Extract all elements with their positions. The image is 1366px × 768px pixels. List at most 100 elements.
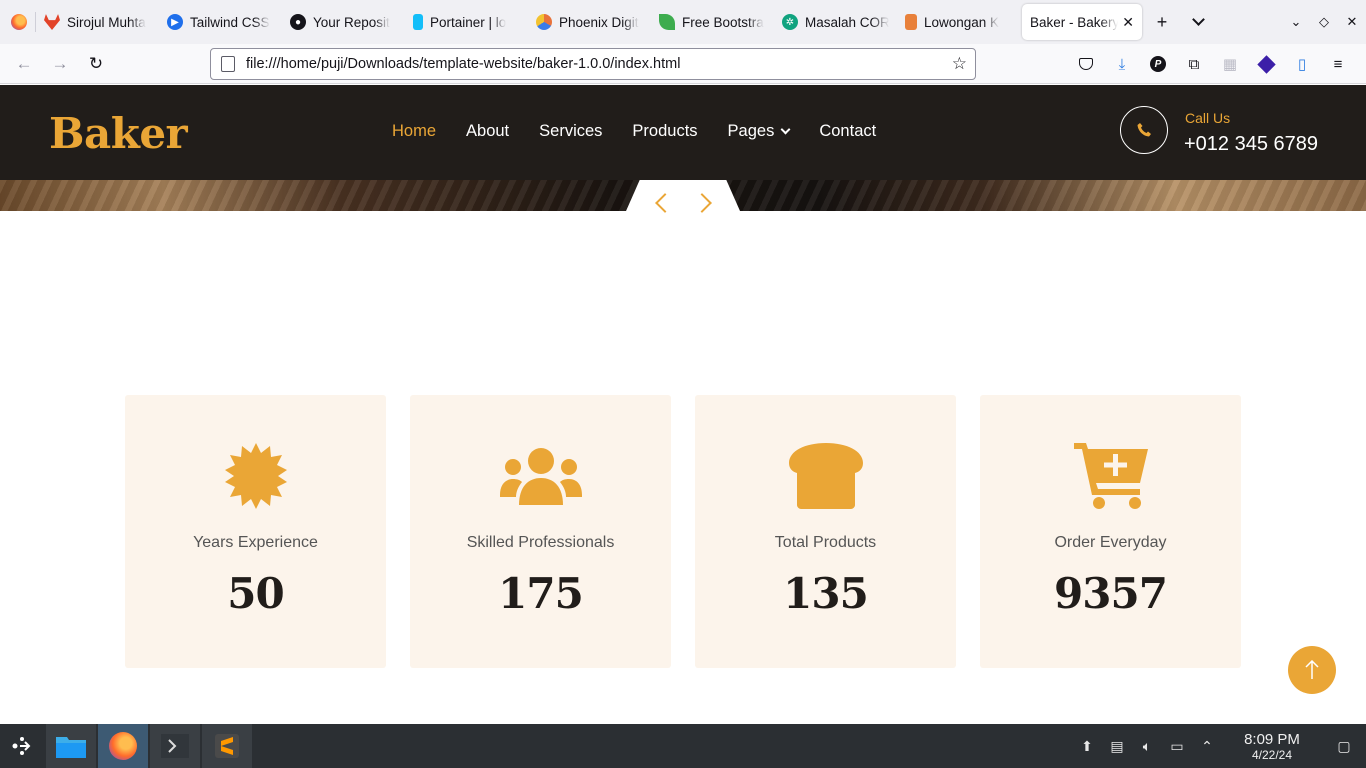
browser-tab-5[interactable]: Phoenix Digit	[528, 0, 651, 44]
window-controls: ⌄ ◇ ✕	[1282, 0, 1366, 44]
browser-navbar: ← → ↻ file:///home/puji/Downloads/templa…	[0, 44, 1366, 84]
app-launcher-button[interactable]	[0, 724, 44, 768]
phoenix-icon	[536, 14, 552, 30]
call-us-label: Call Us	[1185, 110, 1231, 126]
extension-p-button[interactable]: P	[1140, 56, 1176, 72]
toolbar-icons: ⤓ P ⧉ ▦ ▯ ≡	[1068, 44, 1356, 84]
browser-tab-7[interactable]: ✲ Masalah COR	[774, 0, 897, 44]
fact-label: Order Everyday	[1054, 534, 1167, 551]
extensions-button[interactable]: ⧉	[1176, 56, 1212, 73]
site-header: Baker Home About Services Products Pages…	[0, 85, 1366, 180]
fact-card-orders: Order Everyday 9357	[980, 395, 1241, 668]
system-tray: ⬆ ▤ 🔈︎ ▭ ⌃ 8:09 PM 4/22/24 ▢	[1072, 724, 1366, 768]
certificate-icon	[211, 441, 301, 511]
volume-icon[interactable]: 🔈︎	[1132, 738, 1162, 755]
desktop-taskbar: ⬆ ▤ 🔈︎ ▭ ⌃ 8:09 PM 4/22/24 ▢	[0, 724, 1366, 768]
taskbar-sublime[interactable]	[202, 724, 252, 768]
forward-button[interactable]: →	[42, 48, 78, 80]
close-window-icon[interactable]: ✕	[1338, 14, 1366, 30]
clock-time: 8:09 PM	[1244, 730, 1300, 748]
tab-title: Your Reposit	[313, 14, 390, 30]
cart-plus-icon	[1066, 441, 1156, 511]
tray-expand-icon[interactable]: ⌃	[1192, 738, 1222, 755]
brand-logo[interactable]: Baker	[49, 109, 188, 158]
browser-tab-active[interactable]: Baker - Bakery ✕	[1022, 4, 1142, 40]
reload-button[interactable]: ↻	[78, 48, 114, 80]
pocket-button[interactable]	[1068, 58, 1104, 70]
phone-number[interactable]: +012 345 6789	[1184, 133, 1318, 156]
firefox-menu-icon[interactable]	[11, 14, 27, 30]
fact-value: 135	[783, 569, 869, 618]
taskbar-firefox[interactable]	[98, 724, 148, 768]
extension-grid-button[interactable]: ▦	[1212, 55, 1248, 73]
show-desktop-icon[interactable]: ▢	[1322, 738, 1366, 755]
menu-home[interactable]: Home	[392, 122, 436, 141]
browser-tab-3[interactable]: ● Your Reposit	[282, 0, 405, 44]
close-tab-icon[interactable]: ✕	[1118, 14, 1134, 31]
tab-title: Lowongan K	[924, 14, 1000, 30]
downloads-button[interactable]: ⤓	[1104, 56, 1140, 73]
maximize-icon[interactable]: ◇	[1310, 14, 1338, 30]
github-icon: ●	[290, 14, 306, 30]
tab-title: Portainer | lo	[430, 14, 507, 30]
new-tab-button[interactable]: +	[1144, 4, 1180, 40]
tab-title: Baker - Bakery	[1030, 14, 1119, 30]
tab-title: Sirojul Muhta	[67, 14, 146, 30]
users-icon	[496, 441, 586, 511]
menu-services[interactable]: Services	[539, 122, 602, 141]
extension-diamond-button[interactable]	[1248, 54, 1284, 74]
sublime-text-icon	[215, 734, 239, 758]
main-menu: Home About Services Products Pages Conta…	[392, 122, 906, 141]
menu-contact[interactable]: Contact	[819, 122, 876, 141]
carousel-nav-notch	[626, 180, 740, 211]
browser-tab-strip: Sirojul Muhta ▶ Tailwind CSS ● Your Repo…	[0, 0, 1366, 44]
fact-label: Total Products	[774, 534, 877, 551]
tab-title: Phoenix Digit	[559, 14, 639, 30]
clock[interactable]: 8:09 PM 4/22/24	[1228, 731, 1316, 762]
fact-card-products: Total Products 135	[695, 395, 956, 668]
network-icon[interactable]: ▭	[1162, 738, 1192, 755]
extension-clipboard-button[interactable]: ▯	[1284, 55, 1320, 73]
page-icon	[221, 56, 235, 72]
fact-card-professionals: Skilled Professionals 175	[410, 395, 671, 668]
browser-tab-2[interactable]: ▶ Tailwind CSS	[159, 0, 282, 44]
pocket-icon	[1079, 58, 1093, 70]
phone-icon	[1137, 123, 1151, 137]
firefox-icon	[109, 732, 137, 760]
menu-pages-label: Pages	[727, 122, 775, 140]
clipboard-icon[interactable]: ▤	[1102, 738, 1132, 755]
app-menu-button[interactable]: ≡	[1320, 56, 1356, 73]
browser-tab-8[interactable]: Lowongan K	[897, 0, 1020, 44]
browser-tab-4[interactable]: Portainer | lo	[405, 0, 528, 44]
taskbar-terminal[interactable]	[150, 724, 200, 768]
diamond-extension-icon	[1256, 54, 1276, 74]
tab-title: Tailwind CSS	[190, 14, 270, 30]
folder-icon	[56, 737, 86, 758]
play-icon: ▶	[167, 14, 183, 30]
fact-value: 50	[227, 569, 284, 618]
tab-title: Free Bootstra	[682, 14, 764, 30]
address-bar[interactable]: file:///home/puji/Downloads/template-web…	[210, 48, 976, 80]
list-all-tabs-button[interactable]	[1180, 4, 1216, 40]
bootstrap-leaf-icon	[659, 14, 675, 30]
back-to-top-button[interactable]	[1288, 646, 1336, 694]
fact-label: Skilled Professionals	[466, 534, 615, 551]
browser-tab-6[interactable]: Free Bootstra	[651, 0, 774, 44]
browser-tab-1[interactable]: Sirojul Muhta	[36, 0, 159, 44]
taskbar-files[interactable]	[46, 724, 96, 768]
fact-value: 9357	[1054, 569, 1168, 618]
clock-date: 4/22/24	[1251, 747, 1293, 762]
url-text[interactable]: file:///home/puji/Downloads/template-web…	[246, 56, 680, 72]
minimize-icon[interactable]: ⌄	[1282, 14, 1310, 30]
menu-about[interactable]: About	[466, 122, 509, 141]
gitlab-icon	[44, 14, 60, 30]
update-notifier-icon[interactable]: ⬆	[1072, 738, 1102, 755]
menu-products[interactable]: Products	[632, 122, 697, 141]
menu-pages[interactable]: Pages	[727, 122, 791, 141]
tab-title: Masalah COR	[805, 14, 889, 30]
bread-icon	[781, 441, 871, 511]
back-button[interactable]: ←	[6, 48, 42, 80]
terminal-icon	[161, 734, 189, 758]
bookmark-star-icon[interactable]: ☆	[952, 54, 967, 74]
chevron-down-icon	[1191, 13, 1205, 26]
